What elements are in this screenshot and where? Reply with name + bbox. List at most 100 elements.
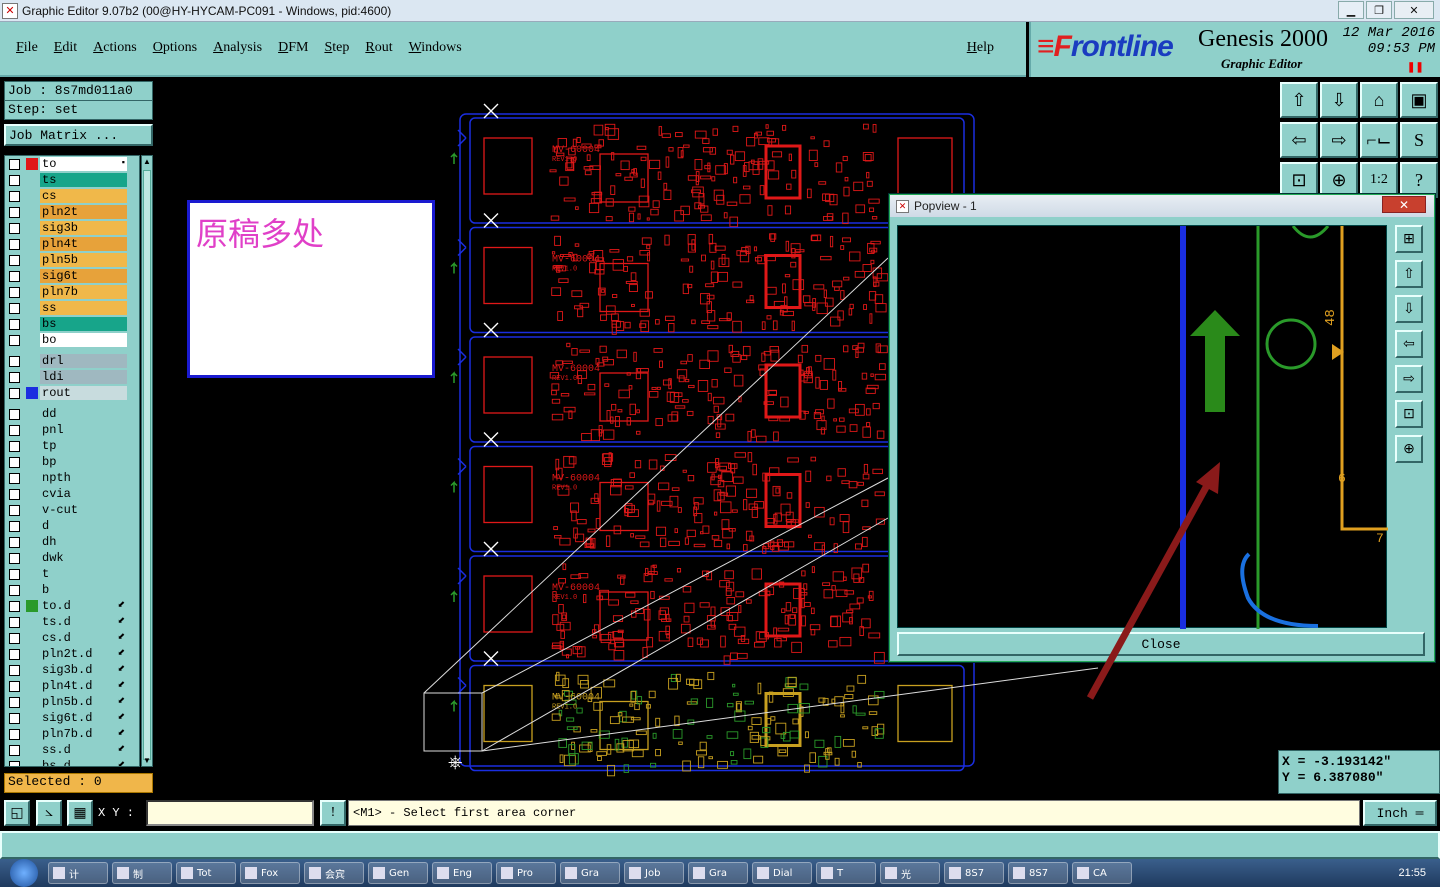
layer-row-d[interactable]: d <box>5 518 139 534</box>
layer-checkbox[interactable] <box>9 424 20 436</box>
menu-file[interactable]: File <box>16 40 38 56</box>
layer-checkbox[interactable] <box>9 302 20 314</box>
layer-checkbox[interactable] <box>9 568 20 580</box>
layer-name[interactable]: ss <box>40 301 127 315</box>
layer-name[interactable]: bp <box>40 455 127 469</box>
taskbar-item[interactable]: CA <box>1072 862 1132 884</box>
layer-color-swatch[interactable] <box>26 440 38 452</box>
layer-name[interactable]: bs <box>40 317 127 331</box>
layer-checkbox[interactable] <box>9 760 20 766</box>
popview-pan-up-icon[interactable]: ⇧ <box>1395 260 1423 288</box>
taskbar-item[interactable]: Gra <box>688 862 748 884</box>
layer-checkbox[interactable] <box>9 552 20 564</box>
layer-row-dd[interactable]: dd <box>5 406 139 422</box>
taskbar-item[interactable]: Gra <box>560 862 620 884</box>
layer-name[interactable]: dwk <box>40 551 127 565</box>
menu-help[interactable]: Help <box>967 40 994 56</box>
layer-row-tp[interactable]: tp <box>5 438 139 454</box>
layer-checkbox[interactable] <box>9 712 20 724</box>
layer-color-swatch[interactable] <box>26 318 38 330</box>
layer-color-swatch[interactable] <box>26 222 38 234</box>
layer-checkbox[interactable] <box>9 744 20 756</box>
layer-color-swatch[interactable] <box>26 552 38 564</box>
layer-checkbox[interactable] <box>9 334 20 346</box>
home-icon[interactable]: ⌂ <box>1360 82 1398 118</box>
layer-name[interactable]: drl <box>40 354 127 368</box>
layer-checkbox[interactable] <box>9 584 20 596</box>
layer-row-pln5b-d[interactable]: pln5b.d ⬋ <box>5 694 139 710</box>
layer-checkbox[interactable] <box>9 600 20 612</box>
menu-actions[interactable]: Actions <box>93 40 137 56</box>
popview-pan-left-icon[interactable]: ⇦ <box>1395 330 1423 358</box>
layer-row-pnl[interactable]: pnl <box>5 422 139 438</box>
layer-row-dh[interactable]: dh <box>5 534 139 550</box>
redraw-icon[interactable]: S <box>1400 122 1438 158</box>
layer-row-rout[interactable]: rout <box>5 385 139 401</box>
layer-color-swatch[interactable] <box>26 206 38 218</box>
menu-edit[interactable]: Edit <box>54 40 77 56</box>
layer-row-to-d[interactable]: to.d ⬋ <box>5 598 139 614</box>
layer-row-pln4t-d[interactable]: pln4t.d ⬋ <box>5 678 139 694</box>
layer-color-swatch[interactable] <box>26 302 38 314</box>
layer-checkbox[interactable] <box>9 472 20 484</box>
scroll-up-icon[interactable]: ▲ <box>143 157 151 166</box>
zoom-center-icon[interactable]: ⊕ <box>1320 162 1358 198</box>
layer-row-drl[interactable]: drl <box>5 353 139 369</box>
layer-color-swatch[interactable] <box>26 504 38 516</box>
select-area-icon[interactable]: ◱ <box>4 800 30 826</box>
layer-checkbox[interactable] <box>9 206 20 218</box>
xy-input[interactable] <box>146 800 314 826</box>
layer-row-ss[interactable]: ss <box>5 300 139 316</box>
measure-icon[interactable]: ⦣ <box>36 800 62 826</box>
layer-name[interactable]: pln4t <box>40 237 127 251</box>
popview-close-icon[interactable]: ✕ <box>1382 196 1426 213</box>
popview-center-icon[interactable]: ⊕ <box>1395 435 1423 463</box>
layer-name[interactable]: b <box>40 583 127 597</box>
pause-icon[interactable]: ❚❚ <box>1407 62 1424 73</box>
layer-name[interactable]: pln2t <box>40 205 127 219</box>
layer-row-sig6t-d[interactable]: sig6t.d ⬋ <box>5 710 139 726</box>
layer-color-swatch[interactable] <box>26 760 38 766</box>
layer-color-swatch[interactable] <box>26 387 38 399</box>
layer-color-swatch[interactable] <box>26 568 38 580</box>
layer-checkbox[interactable] <box>9 158 20 170</box>
layer-row-pln7b[interactable]: pln7b <box>5 284 139 300</box>
layer-name[interactable]: sig3b <box>40 221 127 235</box>
layer-row-v-cut[interactable]: v-cut <box>5 502 139 518</box>
taskbar-item[interactable]: 制 <box>112 862 172 884</box>
layer-name[interactable]: cs.d <box>40 631 127 645</box>
layer-row-pln4t[interactable]: pln4t <box>5 236 139 252</box>
layer-name[interactable]: rout <box>40 386 127 400</box>
layer-checkbox[interactable] <box>9 680 20 692</box>
layer-row-bs-d[interactable]: bs.d ⬋ <box>5 758 139 766</box>
menu-step[interactable]: Step <box>324 40 349 56</box>
layer-color-swatch[interactable] <box>26 334 38 346</box>
zoom-fit-icon[interactable]: ⊡ <box>1280 162 1318 198</box>
layer-color-swatch[interactable] <box>26 190 38 202</box>
layer-name[interactable]: ldi <box>40 370 127 384</box>
menu-rout[interactable]: Rout <box>365 40 392 56</box>
layer-name[interactable]: pln4t.d <box>40 679 127 693</box>
layer-row-dwk[interactable]: dwk <box>5 550 139 566</box>
taskbar-item[interactable]: 光 <box>880 862 940 884</box>
popview-pan-down-icon[interactable]: ⇩ <box>1395 295 1423 323</box>
layer-checkbox[interactable] <box>9 254 20 266</box>
layer-name[interactable]: t <box>40 567 127 581</box>
layer-row-pln5b[interactable]: pln5b <box>5 252 139 268</box>
layer-name[interactable]: to <box>40 157 127 171</box>
move-left-icon[interactable]: ⇦ <box>1280 122 1318 158</box>
layer-name[interactable]: ts <box>40 173 127 187</box>
move-down-icon[interactable]: ⇩ <box>1320 82 1358 118</box>
layer-checkbox[interactable] <box>9 488 20 500</box>
layer-name[interactable]: cvia <box>40 487 127 501</box>
layer-checkbox[interactable] <box>9 318 20 330</box>
layer-checkbox[interactable] <box>9 648 20 660</box>
layer-checkbox[interactable] <box>9 632 20 644</box>
popview-titlebar[interactable]: ✕ Popview - 1 ✕ <box>890 195 1434 217</box>
layer-color-swatch[interactable] <box>26 632 38 644</box>
layer-name[interactable]: sig3b.d <box>40 663 127 677</box>
menu-options[interactable]: Options <box>153 40 197 56</box>
layer-row-ldi[interactable]: ldi <box>5 369 139 385</box>
layer-color-swatch[interactable] <box>26 286 38 298</box>
layer-checkbox[interactable] <box>9 387 20 399</box>
